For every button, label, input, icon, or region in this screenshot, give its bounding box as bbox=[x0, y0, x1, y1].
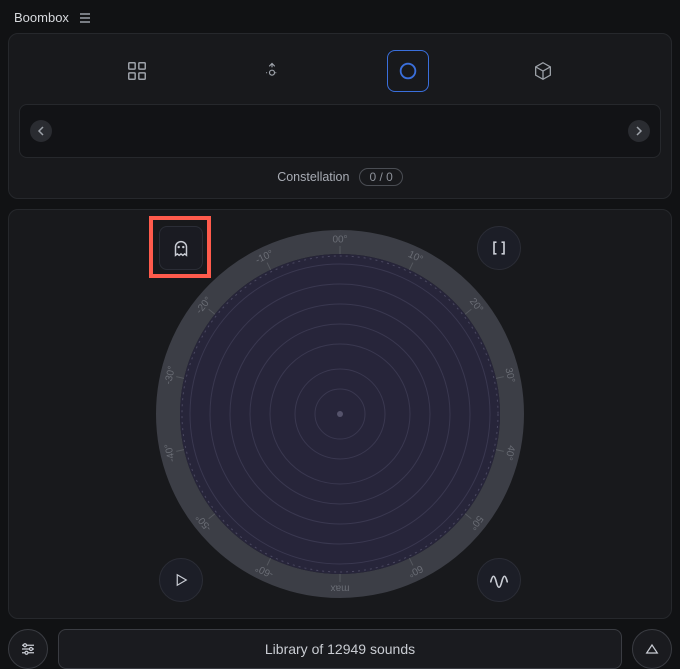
orbit-tick-label: max bbox=[331, 582, 350, 593]
expand-button[interactable] bbox=[632, 629, 672, 669]
orbit-dial[interactable]: 00°10°20°30°40°50°60°max-60°-50°-40°-30°… bbox=[150, 224, 530, 604]
header-panel: Constellation 0 / 0 bbox=[8, 33, 672, 199]
menu-icon[interactable] bbox=[79, 12, 91, 24]
cube-icon bbox=[532, 60, 554, 82]
chevron-left-icon bbox=[37, 126, 45, 136]
chevron-right-icon bbox=[635, 126, 643, 136]
tab-orbit[interactable] bbox=[387, 50, 429, 92]
orbit-panel: 00°10°20°30°40°50°60°max-60°-50°-40°-30°… bbox=[8, 209, 672, 619]
orbit-icon bbox=[397, 60, 419, 82]
tab-grid[interactable] bbox=[116, 50, 158, 92]
sliders-icon bbox=[19, 640, 37, 658]
tab-cube[interactable] bbox=[522, 50, 564, 92]
constellation-row: Constellation 0 / 0 bbox=[19, 168, 661, 186]
carousel-prev-button[interactable] bbox=[30, 120, 52, 142]
sound-target-icon bbox=[262, 61, 282, 81]
titlebar: Boombox bbox=[8, 8, 672, 33]
constellation-counter[interactable]: 0 / 0 bbox=[359, 168, 402, 186]
app-title: Boombox bbox=[14, 10, 69, 25]
constellation-label: Constellation bbox=[277, 170, 349, 184]
grid-icon bbox=[126, 60, 148, 82]
settings-button[interactable] bbox=[8, 629, 48, 669]
library-bar[interactable]: Library of 12949 sounds bbox=[58, 629, 622, 669]
orbit-tick-label: 00° bbox=[332, 235, 347, 246]
library-text: Library of 12949 sounds bbox=[265, 641, 415, 657]
preset-carousel bbox=[19, 104, 661, 158]
view-tabs bbox=[19, 44, 661, 104]
carousel-next-button[interactable] bbox=[628, 120, 650, 142]
footer: Library of 12949 sounds bbox=[8, 629, 672, 669]
tab-target[interactable] bbox=[251, 50, 293, 92]
triangle-up-icon bbox=[644, 641, 660, 657]
